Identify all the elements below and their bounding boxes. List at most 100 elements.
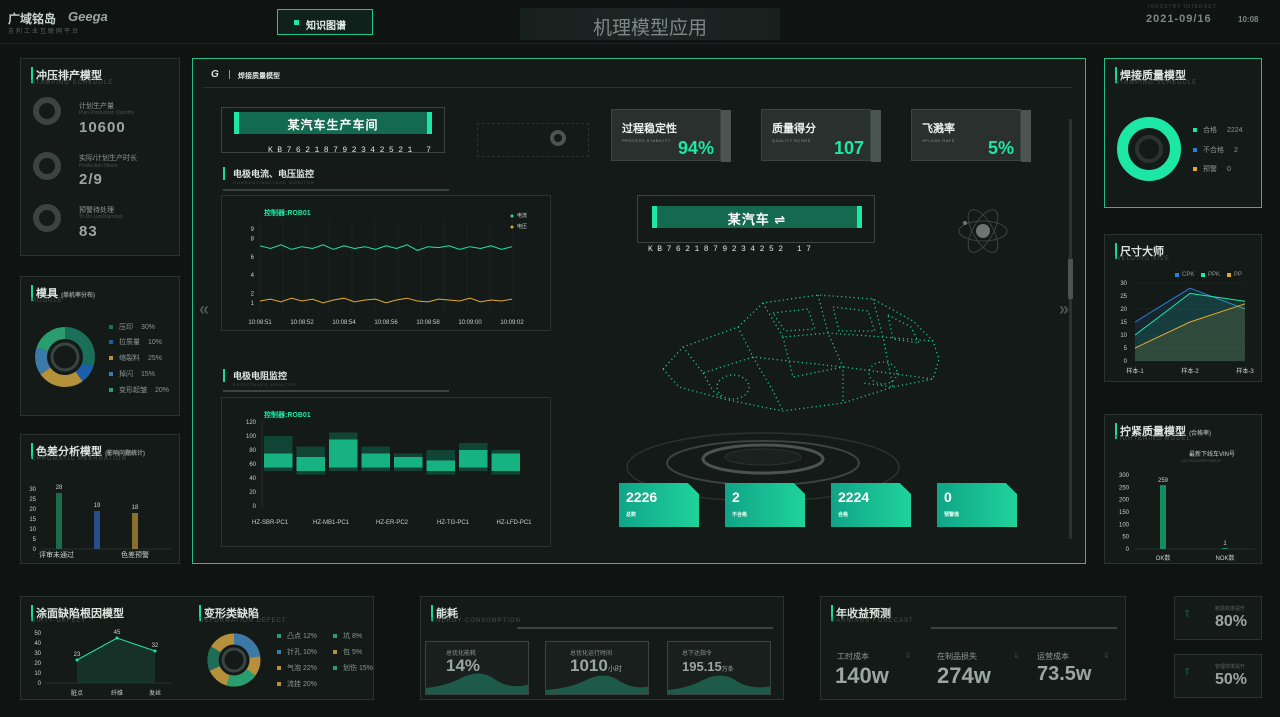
efficiency-value: 80% [1215,613,1248,630]
y-tick-label: 9 [251,227,255,233]
current-voltage-panel: 控制器:ROB01 124689 10:08:51 10:08:52 10:08:5… [221,195,551,331]
bar-label: 259 [1158,478,1169,484]
energy-divider [517,627,773,629]
breadcrumb-divider [229,70,230,79]
header-time: 10:08 [1238,15,1259,24]
legend-label: 掉闪 [119,371,133,378]
legend-value: 15% [358,665,373,672]
bar [1222,548,1228,549]
legend-label: 压印 [119,324,133,331]
bar [1160,485,1166,549]
decor-frame [477,123,589,157]
legend-label: 合格 [1203,127,1217,134]
y-tick-label: 80 [249,448,256,454]
range-bar [264,453,293,468]
knowledge-graph-button[interactable]: 知识图谱 [277,9,373,35]
next-arrow-icon[interactable]: » [1059,299,1069,320]
logo-cn: 广域铭岛 [8,12,57,26]
logo-sub: 吉利工业互联网平台 [8,29,81,35]
corner-label: INDUSTRY INTERNET [1148,4,1217,10]
y-tick-label: 0 [33,547,37,553]
down-arrow-icon: ⇓ [1103,651,1110,660]
y-tick-label: 10 [29,527,36,533]
current-voltage-chart: 1 2 4 6 8 9 10:08:51 10:08:52 10:08:54 10:08:56 1… [248,214,524,326]
chart-header-line [223,390,449,392]
stamping-label-2: 实际/计划生产时长 [79,155,137,162]
stat-total: 2226 总数 [619,483,699,527]
tightening-bar-chart: 0 50 100 150 200 250 300 259 1 OK数 NOK数 [1119,473,1255,562]
main-header-line [203,87,1073,88]
x-tick-label: 样本-3 [1236,367,1254,375]
size-line-chart: 0 5 10 15 20 25 30 样本-1 样本-2 样本-3 [1120,273,1254,375]
deform-legend-6: 划伤 15% [333,663,373,673]
kpi-value: 94% [677,138,714,158]
legend-value: 0 [1226,166,1231,173]
efficiency-card-2: ⇑ 管理效率提升 50% [1174,654,1262,698]
efficiency-label: 管理效率提升 [1215,664,1246,670]
y-tick-label: 100 [246,434,257,440]
legend-pp: PP [1234,272,1243,278]
y-tick-label: 0 [1124,359,1128,365]
stat-value: 2226 [626,489,658,505]
header: 广域铭岛 Geega 吉利工业互联网平台 知识图谱 机理模型应用 INDUSTR… [0,0,1280,44]
scrollbar-thumb[interactable] [1068,259,1073,299]
scrollbar-track[interactable] [1069,119,1072,539]
size-panel: 尺寸大师 WELDING SIZE 0 5 10 15 20 25 30 样本-1 样本-2 样… [1104,234,1262,382]
legend-value: 10% [147,339,162,346]
mold-sub: MODULE [31,298,63,304]
stamping-sub-3: To Do List(Warning) [79,214,123,220]
kpi-title: 过程稳定性 [622,123,677,135]
legend-label: 划伤 [343,665,357,672]
main-frame: G 焊接质量模型 某汽车生产车间 KB76218792342521 7 电极电流… [192,58,1086,564]
y-tick-label: 200 [1119,498,1130,504]
x-tick-label: HZ-SBR-PC1 [252,520,289,526]
color-xlabel-1: 评审未通过 [39,552,74,559]
series-current-line [259,244,513,251]
y-tick-label: 20 [1120,307,1127,313]
legend-label: 拉质量 [119,339,140,346]
mold-panel: 模具 (单机率分布) MODULE 压印 30% 拉质量 10% 缩裂料 25%… [20,276,180,416]
kpi-sub: SPLASH RATE [922,138,955,143]
deform-legend-3: 针孔 10% [277,647,317,657]
mold-title-note: (单机率分布) [61,293,96,299]
y-tick-label: 40 [249,476,256,482]
y-tick-label: 0 [253,504,257,510]
earnings-label-1: 工时成本 [837,652,869,661]
square-icon [294,20,299,25]
breadcrumb: 焊接质量模型 [238,73,280,80]
range-bar [296,457,325,471]
kpi-title: 质量得分 [772,123,816,135]
y-tick-label: 1 [251,301,255,307]
energy-label: 总下达指令 [682,651,713,657]
bar-label: 1 [1223,541,1227,547]
y-tick-label: 20 [249,490,256,496]
legend-label: 气泡 [287,665,301,672]
y-tick-label: 0 [38,681,42,687]
legend-value: 20% [154,387,169,394]
vin-note: 最新下线车VIN号 [1189,452,1236,458]
earnings-value-2: 274w [937,663,991,688]
legend-label: 包 [343,649,350,656]
resistance-panel: 控制器:ROB01 0 20 40 60 80 100 120 HZ-SBR-PC1 HZ-M… [221,397,551,547]
resistance-title: 电极电阻监控 [223,369,287,382]
kpi-splash-rate: 飞溅率 SPLASH RATE 5% [911,109,1031,162]
prev-arrow-icon[interactable]: « [199,299,209,320]
y-tick-label: 50 [1122,535,1129,541]
y-tick-label: 5 [33,537,37,543]
down-arrow-icon: ⇓ [1013,651,1020,660]
legend-value: 10% [302,649,317,656]
kpi-title: 飞溅率 [922,123,955,135]
color-analysis-panel: 色差分析模型 (影响问题统计) CHROMATIC ABERRATION 30 2… [20,434,180,564]
weld-quality-sub: STAMPING SCHEDULE [1115,80,1198,86]
earnings-label-3: 运营成本 [1037,652,1069,661]
header-date: 2021-09/16 [1146,13,1212,25]
kpi-side [871,110,881,162]
atom-icon [958,209,1008,253]
earnings-value-1: 140w [835,663,889,688]
legend-value: 15% [140,371,155,378]
legend-label: 坑 [343,633,350,640]
kpi-value: 5% [987,138,1014,158]
workshop-name: 某汽车生产车间 [287,118,379,132]
car-code: KB7621879234252 17 [648,245,816,254]
legend-value: 8% [351,633,363,640]
